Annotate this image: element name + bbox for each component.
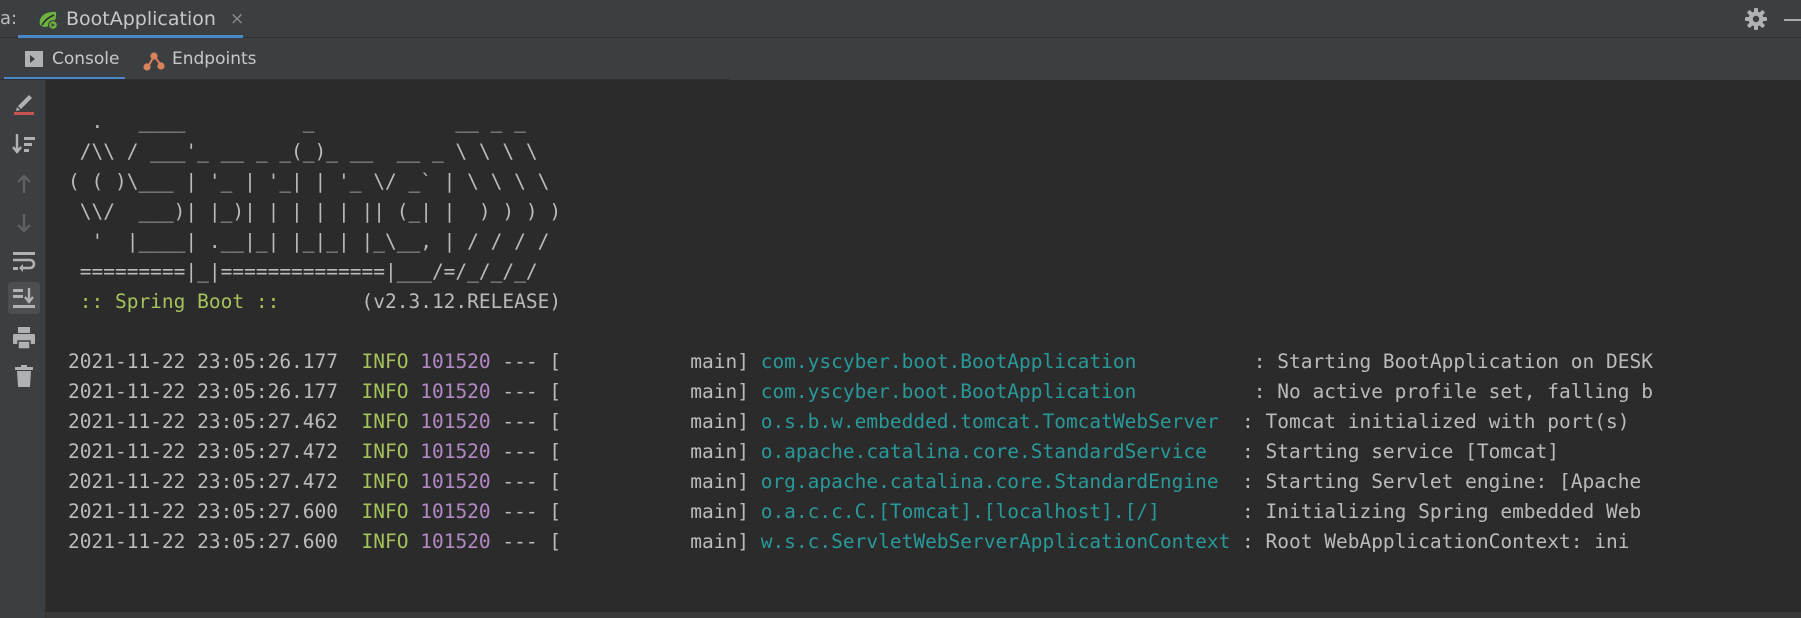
run-prefix-label: a: [0,8,18,29]
log-timestamp: 2021-11-22 23:05:26.177 [68,380,362,403]
log-line: 2021-11-22 23:05:26.177 INFO 101520 --- … [68,345,1653,379]
log-level: INFO [361,410,409,433]
log-pid: 101520 [420,440,491,463]
log-thread: --- [ main] [490,410,761,433]
log-timestamp: 2021-11-22 23:05:26.177 [68,350,362,373]
horizontal-scrollbar[interactable] [46,612,1801,618]
up-arrow-icon [17,174,31,193]
log-message: : No active profile set, falling b [1230,380,1653,403]
log-thread: --- [ main] [490,380,761,403]
log-thread: --- [ main] [490,470,761,493]
soft-wrap-icon [13,252,36,272]
console-toolbar [0,80,46,618]
print-button[interactable] [10,324,38,352]
banner-line: . ____ _ __ _ _ [68,110,526,133]
down-arrow-icon [17,214,31,233]
log-pid: 101520 [420,350,491,373]
log-pid: 101520 [420,410,491,433]
clear-all-button[interactable] [10,90,38,118]
sort-icon [12,134,35,154]
previous-occurrence-button[interactable] [10,170,38,198]
log-level: INFO [361,470,409,493]
log-message: : Starting BootApplication on DESK [1230,350,1653,373]
log-logger: com.yscyber.boot.BootApplication [760,380,1231,403]
log-logger: w.s.c.ServletWebServerApplicationContext [760,530,1231,553]
log-thread: --- [ main] [490,500,761,523]
log-logger: o.s.b.w.embedded.tomcat.TomcatWebServer [760,410,1231,433]
banner-line: /\\ / ___'_ __ _ _(_)_ __ __ _ \ \ \ \ [68,140,538,163]
log-line: 2021-11-22 23:05:27.600 INFO 101520 --- … [68,495,1641,529]
close-icon[interactable]: × [230,9,244,29]
scroll-to-end-icon [13,288,35,308]
sort-button[interactable] [10,130,38,158]
run-tab-label: BootApplication [66,8,216,30]
delete-button[interactable] [10,362,38,390]
log-timestamp: 2021-11-22 23:05:27.462 [68,410,362,433]
soft-wrap-button[interactable] [10,247,38,275]
print-icon [13,327,35,350]
spring-boot-version-line: :: Spring Boot :: (v2.3.12.RELEASE) [68,285,561,319]
tab-console-label: Console [52,49,120,69]
console-output[interactable]: . ____ _ __ _ _ /\\ / ___'_ __ _ _(_)_ _… [46,80,1801,618]
log-timestamp: 2021-11-22 23:05:27.472 [68,470,362,493]
log-pid: 101520 [420,500,491,523]
banner-line: \\/ ___)| |_)| | | | | || (_| | ) ) ) ) [68,200,562,223]
log-pid: 101520 [420,470,491,493]
log-timestamp: 2021-11-22 23:05:27.600 [68,530,362,553]
log-level: INFO [361,380,409,403]
next-occurrence-button[interactable] [10,209,38,237]
log-timestamp: 2021-11-22 23:05:27.472 [68,440,362,463]
log-logger: org.apache.catalina.core.StandardEngine [760,470,1231,493]
log-message: : Tomcat initialized with port(s) [1230,410,1630,433]
log-line: 2021-11-22 23:05:27.600 INFO 101520 --- … [68,525,1629,559]
log-thread: --- [ main] [490,350,761,373]
spring-boot-icon [39,11,58,30]
banner-line: =========|_|==============|___/=/_/_/_/ [68,260,538,283]
log-line: 2021-11-22 23:05:27.462 INFO 101520 --- … [68,405,1629,439]
log-message: : Root WebApplicationContext: ini [1230,530,1630,553]
console-icon [25,51,43,67]
log-level: INFO [361,530,409,553]
log-message: : Initializing Spring embedded Web [1230,500,1642,523]
spring-boot-label: :: Spring Boot :: [68,290,292,313]
log-line: 2021-11-22 23:05:26.177 INFO 101520 --- … [68,375,1653,409]
banner-line: ' |____| .__|_| |_|_| |_\__, | / / / / [68,230,550,253]
log-line: 2021-11-22 23:05:27.472 INFO 101520 --- … [68,465,1641,499]
log-pid: 101520 [420,380,491,403]
tab-endpoints-label: Endpoints [172,49,257,69]
clear-all-icon [14,95,34,115]
trash-icon [15,365,33,387]
log-message: : Starting Servlet engine: [Apache [1230,470,1642,493]
log-level: INFO [361,500,409,523]
run-tool-window-header: a: BootApplication × [0,0,1801,38]
log-pid: 101520 [420,530,491,553]
gear-icon[interactable] [1744,7,1768,31]
run-subtabs: Console Endpoints [0,38,1801,80]
log-line: 2021-11-22 23:05:27.472 INFO 101520 --- … [68,435,1559,469]
log-level: INFO [361,350,409,373]
endpoints-icon [143,52,165,71]
log-logger: com.yscyber.boot.BootApplication [760,350,1231,373]
minimize-icon[interactable] [1784,19,1801,21]
spring-boot-version: (v2.3.12.RELEASE) [291,290,562,313]
log-timestamp: 2021-11-22 23:05:27.600 [68,500,362,523]
log-logger: o.a.c.c.C.[Tomcat].[localhost].[/] [760,500,1231,523]
tab-boot-application[interactable]: BootApplication × [18,0,244,38]
log-message: : Starting service [Tomcat] [1230,440,1560,463]
tab-endpoints[interactable]: Endpoints [140,38,260,80]
log-thread: --- [ main] [490,440,761,463]
scroll-to-end-button[interactable] [8,282,40,314]
banner-line: ( ( )\___ | '_ | '_| | '_ \/ _` | \ \ \ … [68,170,550,193]
tab-console[interactable]: Console [4,38,125,80]
log-logger: o.apache.catalina.core.StandardService [760,440,1231,463]
log-level: INFO [361,440,409,463]
log-thread: --- [ main] [490,530,761,553]
